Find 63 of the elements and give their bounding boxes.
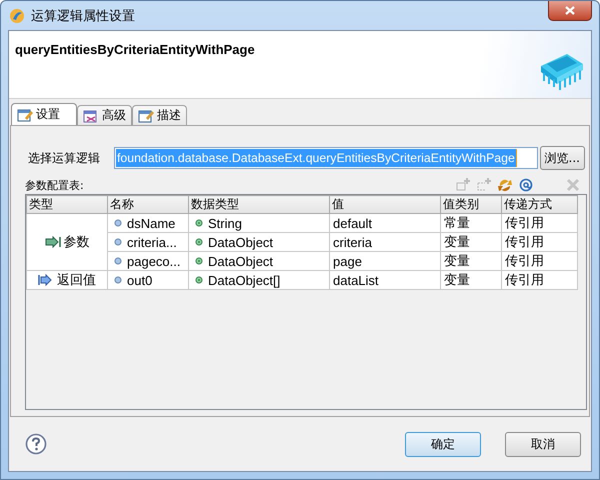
tab[interactable]: 设置 xyxy=(11,103,77,125)
field-label: 选择运算逻辑 xyxy=(28,150,101,166)
table-cell: DataObject xyxy=(208,234,274,250)
form-icon xyxy=(83,108,99,124)
browse-button[interactable]: 浏览... xyxy=(540,146,585,170)
bullet-icon xyxy=(114,219,122,227)
table-cell: String xyxy=(208,216,242,230)
form-icon xyxy=(17,106,33,122)
toolbar-button[interactable] xyxy=(518,177,534,193)
column-header: 类型 xyxy=(26,196,108,214)
table-cell: 返回值 xyxy=(57,271,96,289)
help-button[interactable] xyxy=(25,433,47,455)
column-header: 值类别 xyxy=(440,196,502,214)
cancel-button[interactable]: 取消 xyxy=(505,432,581,456)
table-cell: default xyxy=(333,216,372,230)
form-icon xyxy=(138,108,154,124)
help-icon xyxy=(25,433,47,455)
delete-icon xyxy=(565,177,581,193)
refresh-icon xyxy=(497,177,513,193)
table-cell: pageco... xyxy=(127,254,180,268)
window-title: 运算逻辑属性设置 xyxy=(31,8,135,24)
table-cell: DataObject xyxy=(208,254,274,268)
tab[interactable]: 描述 xyxy=(132,105,187,125)
output-arrow-icon xyxy=(38,274,54,286)
tab[interactable]: 高级 xyxy=(77,105,132,125)
bullet-icon xyxy=(114,238,122,246)
add-row-icon xyxy=(455,177,471,193)
table-cell: dsName xyxy=(127,216,176,230)
table-cell: dataList xyxy=(333,272,379,288)
table-cell: 传引用 xyxy=(505,234,544,249)
table-cell: 变量 xyxy=(444,253,470,268)
table-cell: 变量 xyxy=(444,272,470,287)
table-cell: 传引用 xyxy=(505,272,544,287)
table-cell: 传引用 xyxy=(505,253,544,268)
type-dot-icon xyxy=(195,238,203,246)
type-dot-icon xyxy=(195,257,203,265)
column-header: 值 xyxy=(330,196,440,214)
table-cell: 传引用 xyxy=(505,215,544,230)
table-cell: DataObject[] xyxy=(208,272,280,288)
table-cell: page xyxy=(333,254,362,268)
insert-row-icon xyxy=(476,177,492,193)
header-title: queryEntitiesByCriteriaEntityWithPage xyxy=(15,42,255,57)
table-label: 参数配置表: xyxy=(25,178,84,192)
column-header: 名称 xyxy=(108,196,188,214)
table-cell: 变量 xyxy=(444,234,470,249)
close-icon xyxy=(565,6,575,15)
app-logo-icon xyxy=(9,8,25,24)
column-header: 传递方式 xyxy=(502,196,578,214)
table-cell: 常量 xyxy=(444,215,470,230)
ok-button[interactable]: 确定 xyxy=(405,432,481,456)
bullet-icon xyxy=(114,276,122,284)
table-cell: 参数 xyxy=(64,233,90,251)
type-dot-icon xyxy=(195,219,203,227)
table-cell: out0 xyxy=(127,272,152,288)
input-arrow-icon xyxy=(44,236,60,248)
bullet-icon xyxy=(114,257,122,265)
table-cell: criteria... xyxy=(127,234,177,250)
at-sign-icon xyxy=(518,177,534,193)
column-header: 数据类型 xyxy=(188,196,330,214)
toolbar-button[interactable] xyxy=(497,177,513,193)
close-button[interactable] xyxy=(548,1,592,21)
table-cell: criteria xyxy=(333,234,372,250)
type-dot-icon xyxy=(195,276,203,284)
